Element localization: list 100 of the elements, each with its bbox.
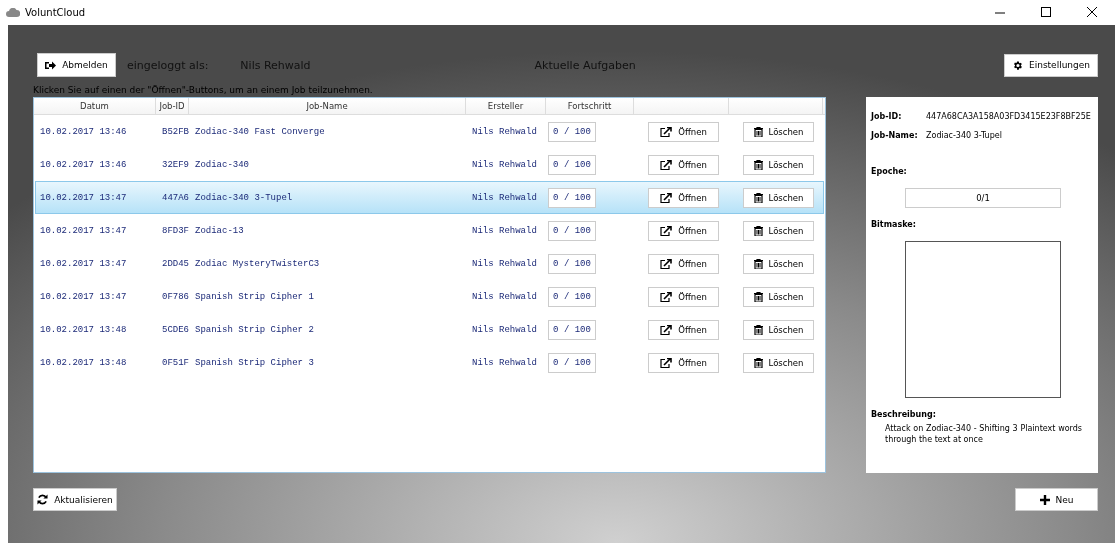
column-header[interactable]: Job-ID xyxy=(156,98,189,114)
table-cell-text: Spanish Strip Cipher 2 xyxy=(194,324,315,335)
progress-field: 0 / 100 xyxy=(548,319,596,340)
trash-icon xyxy=(753,126,763,137)
open-button[interactable]: Öffnen xyxy=(648,154,719,175)
external-link-icon xyxy=(660,225,673,236)
table-cell-text: 10.02.2017 13:46 xyxy=(39,126,128,137)
table-cell-text: Nils Rehwald xyxy=(471,291,538,302)
description-label: Beschreibung: xyxy=(871,410,937,419)
refresh-icon xyxy=(37,494,49,505)
column-header[interactable]: Ersteller xyxy=(466,98,546,114)
trash-icon xyxy=(753,324,763,335)
window-title: VoluntCloud xyxy=(25,7,86,18)
logged-in-label: eingeloggt als: xyxy=(127,58,209,72)
open-button[interactable]: Öffnen xyxy=(648,286,719,307)
external-link-icon xyxy=(660,324,673,335)
trash-icon xyxy=(753,357,763,368)
external-link-icon xyxy=(660,291,673,302)
logout-button[interactable]: Abmelden xyxy=(37,53,116,77)
table-cell-text: Spanish Strip Cipher 1 xyxy=(194,291,315,302)
epoch-field: 0/1 xyxy=(905,188,1061,208)
cloud-icon xyxy=(6,8,20,17)
external-link-icon xyxy=(660,126,673,137)
table-cell-text: Zodiac-340 Fast Converge xyxy=(194,126,326,137)
table-cell-text: Nils Rehwald xyxy=(471,357,538,368)
progress-field: 0 / 100 xyxy=(548,352,596,373)
table-cell-text: 447A6 xyxy=(161,192,190,203)
open-button[interactable]: Öffnen xyxy=(648,121,719,142)
table-cell-text: 0F786 xyxy=(161,291,190,302)
table-cell-text: Zodiac MysteryTwisterC3 xyxy=(194,258,321,269)
open-button[interactable]: Öffnen xyxy=(648,187,719,208)
table-cell-text: 10.02.2017 13:47 xyxy=(39,291,128,302)
progress-field: 0 / 100 xyxy=(548,187,596,208)
table-cell-text: 10.02.2017 13:47 xyxy=(39,225,128,236)
external-link-icon xyxy=(660,159,673,170)
delete-button[interactable]: Löschen xyxy=(743,220,814,241)
new-button[interactable]: Neu xyxy=(1015,488,1098,511)
table-row[interactable]: 10.02.2017 13:46 B52FB Zodiac-340 Fast Converge Nils Rehwald 0 / 100 Öffnen Löschen xyxy=(35,115,824,148)
table-cell-text: 5CDE6 xyxy=(161,324,190,335)
table-cell-text: Zodiac-340 xyxy=(194,159,250,170)
external-link-icon xyxy=(660,357,673,368)
progress-field: 0 / 100 xyxy=(548,121,596,142)
table-cell-text: 0F51F xyxy=(161,357,190,368)
delete-button[interactable]: Löschen xyxy=(743,253,814,274)
table-cell-text: Nils Rehwald xyxy=(471,159,538,170)
table-cell-text: 10.02.2017 13:48 xyxy=(39,324,128,335)
page-heading: Aktuelle Aufgaben xyxy=(534,58,636,72)
table-cell-text: Spanish Strip Cipher 3 xyxy=(194,357,315,368)
table-row[interactable]: 10.02.2017 13:47 2DD45 Zodiac MysteryTwisterC3 Nils Rehwald 0 / 100 Öffnen Löschen xyxy=(35,247,824,280)
column-header[interactable]: Datum xyxy=(34,98,156,114)
table-row[interactable]: 10.02.2017 13:48 5CDE6 Spanish Strip Cipher 2 Nils Rehwald 0 / 100 Öffnen Löschen xyxy=(35,313,824,346)
job-id-value: 447A68CA3A158A03FD3415E23F8BF25E xyxy=(926,112,1091,121)
job-name-label: Job-Name: xyxy=(871,131,919,140)
delete-button[interactable]: Löschen xyxy=(743,154,814,175)
delete-button[interactable]: Löschen xyxy=(743,286,814,307)
table-row[interactable]: 10.02.2017 13:47 447A6 Zodiac-340 3-Tupel Nils Rehwald 0 / 100 Öffnen Löschen xyxy=(35,181,824,214)
column-header[interactable]: Fortschritt xyxy=(546,98,634,114)
progress-field: 0 / 100 xyxy=(548,220,596,241)
table-cell-text: Zodiac-340 3-Tupel xyxy=(194,192,294,203)
description-text: Attack on Zodiac-340 - Shifting 3 Plaintext words through the text at once xyxy=(885,423,1082,446)
table-row[interactable]: 10.02.2017 13:47 0F786 Spanish Strip Cipher 1 Nils Rehwald 0 / 100 Öffnen Löschen xyxy=(35,280,824,313)
refresh-button[interactable]: Aktualisieren xyxy=(33,488,117,511)
open-button[interactable]: Öffnen xyxy=(648,220,719,241)
table-row[interactable]: 10.02.2017 13:47 8FD3F Zodiac-13 Nils Rehwald 0 / 100 Öffnen Löschen xyxy=(35,214,824,247)
delete-button[interactable]: Löschen xyxy=(743,121,814,142)
delete-button[interactable]: Löschen xyxy=(743,352,814,373)
delete-button[interactable]: Löschen xyxy=(743,319,814,340)
external-link-icon xyxy=(660,258,673,269)
logout-icon xyxy=(45,60,57,70)
open-button[interactable]: Öffnen xyxy=(648,253,719,274)
table-cell-text: Nils Rehwald xyxy=(471,126,538,137)
epoch-label: Epoche: xyxy=(871,167,908,176)
delete-button[interactable]: Löschen xyxy=(743,187,814,208)
table-cell-text: 10.02.2017 13:46 xyxy=(39,159,128,170)
table-cell-text: 2DD45 xyxy=(161,258,190,269)
user-name: Nils Rehwald xyxy=(240,58,311,72)
table-row[interactable]: 10.02.2017 13:48 0F51F Spanish Strip Cipher 3 Nils Rehwald 0 / 100 Öffnen Löschen xyxy=(35,346,824,379)
trash-icon xyxy=(753,192,763,203)
table-cell-text: Nils Rehwald xyxy=(471,225,538,236)
table-cell-text: B52FB xyxy=(161,126,190,137)
trash-icon xyxy=(753,225,763,236)
settings-button[interactable]: Einstellungen xyxy=(1004,53,1098,77)
instruction-text: Klicken Sie auf einen der "Öffnen"-Buttons, um an einem Job teilzunehmen. xyxy=(33,84,374,97)
column-header[interactable]: Job-Name xyxy=(189,98,466,114)
job-id-label: Job-ID: xyxy=(871,112,903,121)
table-cell-text: 10.02.2017 13:47 xyxy=(39,258,128,269)
trash-icon xyxy=(753,258,763,269)
open-button[interactable]: Öffnen xyxy=(648,352,719,373)
table-cell-text: Zodiac-13 xyxy=(194,225,245,236)
external-link-icon xyxy=(660,192,673,203)
settings-icon xyxy=(1012,59,1023,71)
table-cell-text: Nils Rehwald xyxy=(471,192,538,203)
table-cell-text: 8FD3F xyxy=(161,225,190,236)
table-cell-text: Nils Rehwald xyxy=(471,258,538,269)
progress-field: 0 / 100 xyxy=(548,286,596,307)
bitmask-label: Bitmaske: xyxy=(871,220,917,229)
open-button[interactable]: Öffnen xyxy=(648,319,719,340)
table-cell-text: 32EF9 xyxy=(161,159,190,170)
table-row[interactable]: 10.02.2017 13:46 32EF9 Zodiac-340 Nils Rehwald 0 / 100 Öffnen Löschen xyxy=(35,148,824,181)
table-cell-text: 10.02.2017 13:47 xyxy=(39,192,128,203)
